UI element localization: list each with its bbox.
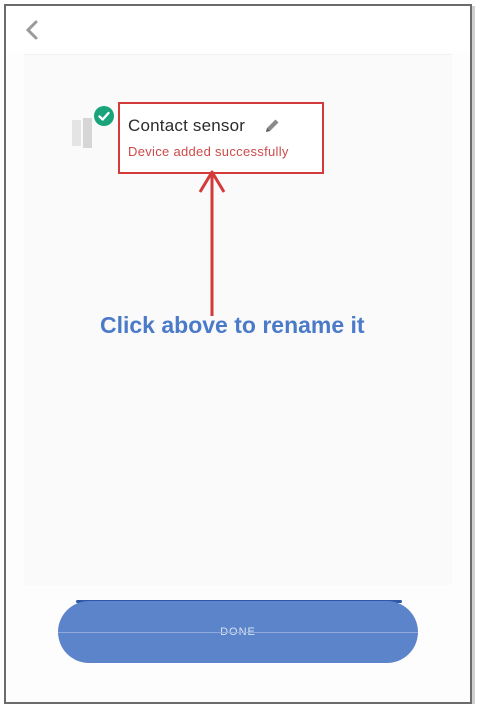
back-chevron-icon[interactable] xyxy=(22,18,42,42)
frame-shadow xyxy=(472,6,475,704)
top-bar xyxy=(6,6,470,52)
device-name[interactable]: Contact sensor xyxy=(128,116,245,136)
button-divider xyxy=(58,632,418,633)
contact-sensor-icon xyxy=(70,116,94,150)
instruction-text: Click above to rename it xyxy=(100,312,365,338)
check-circle-icon xyxy=(94,106,114,126)
device-name-card[interactable]: Contact sensor Device added successfully xyxy=(118,102,324,174)
pencil-icon[interactable] xyxy=(263,117,281,135)
device-status: Device added successfully xyxy=(128,144,289,159)
annotation-arrow xyxy=(195,168,229,320)
